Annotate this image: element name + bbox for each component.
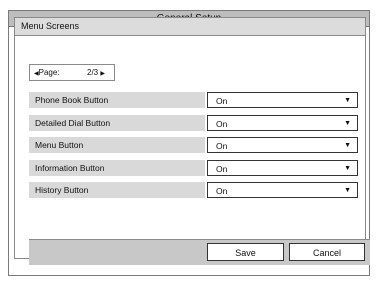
- dropdown-value: On: [216, 141, 228, 151]
- setting-label-information: Information Button: [29, 160, 205, 176]
- dropdown-value: On: [216, 119, 228, 129]
- dropdown-value: On: [216, 164, 228, 174]
- setting-label-detailed-dial: Detailed Dial Button: [29, 115, 205, 131]
- section-title: Menu Screens: [15, 18, 365, 36]
- page-value-text: 2/3: [87, 68, 99, 77]
- chevron-down-icon: ▼: [344, 165, 351, 172]
- chevron-down-icon: ▼: [344, 142, 351, 149]
- dropdown-value: On: [216, 96, 228, 106]
- chevron-down-icon: ▼: [344, 187, 351, 194]
- dropdown-value: On: [216, 186, 228, 196]
- setting-label-history: History Button: [29, 182, 205, 198]
- setting-label-menu: Menu Button: [29, 137, 205, 153]
- chevron-down-icon: ▼: [344, 97, 351, 104]
- page-label-text: Page:: [38, 68, 60, 77]
- setting-label-phone-book: Phone Book Button: [29, 92, 205, 108]
- chevron-down-icon: ▼: [344, 120, 351, 127]
- page-value: 2/3 ▶: [87, 65, 105, 82]
- information-dropdown[interactable]: On ▼: [207, 160, 358, 176]
- menu-button-dropdown[interactable]: On ▼: [207, 137, 358, 153]
- history-dropdown[interactable]: On ▼: [207, 182, 358, 198]
- page-selector[interactable]: ◀Page: 2/3 ▶: [29, 64, 115, 81]
- save-button[interactable]: Save: [207, 243, 284, 261]
- cancel-button[interactable]: Cancel: [289, 243, 365, 261]
- page-label: ◀Page:: [34, 65, 60, 82]
- detailed-dial-dropdown[interactable]: On ▼: [207, 115, 358, 131]
- triangle-right-icon[interactable]: ▶: [100, 71, 105, 77]
- phone-book-dropdown[interactable]: On ▼: [207, 92, 358, 108]
